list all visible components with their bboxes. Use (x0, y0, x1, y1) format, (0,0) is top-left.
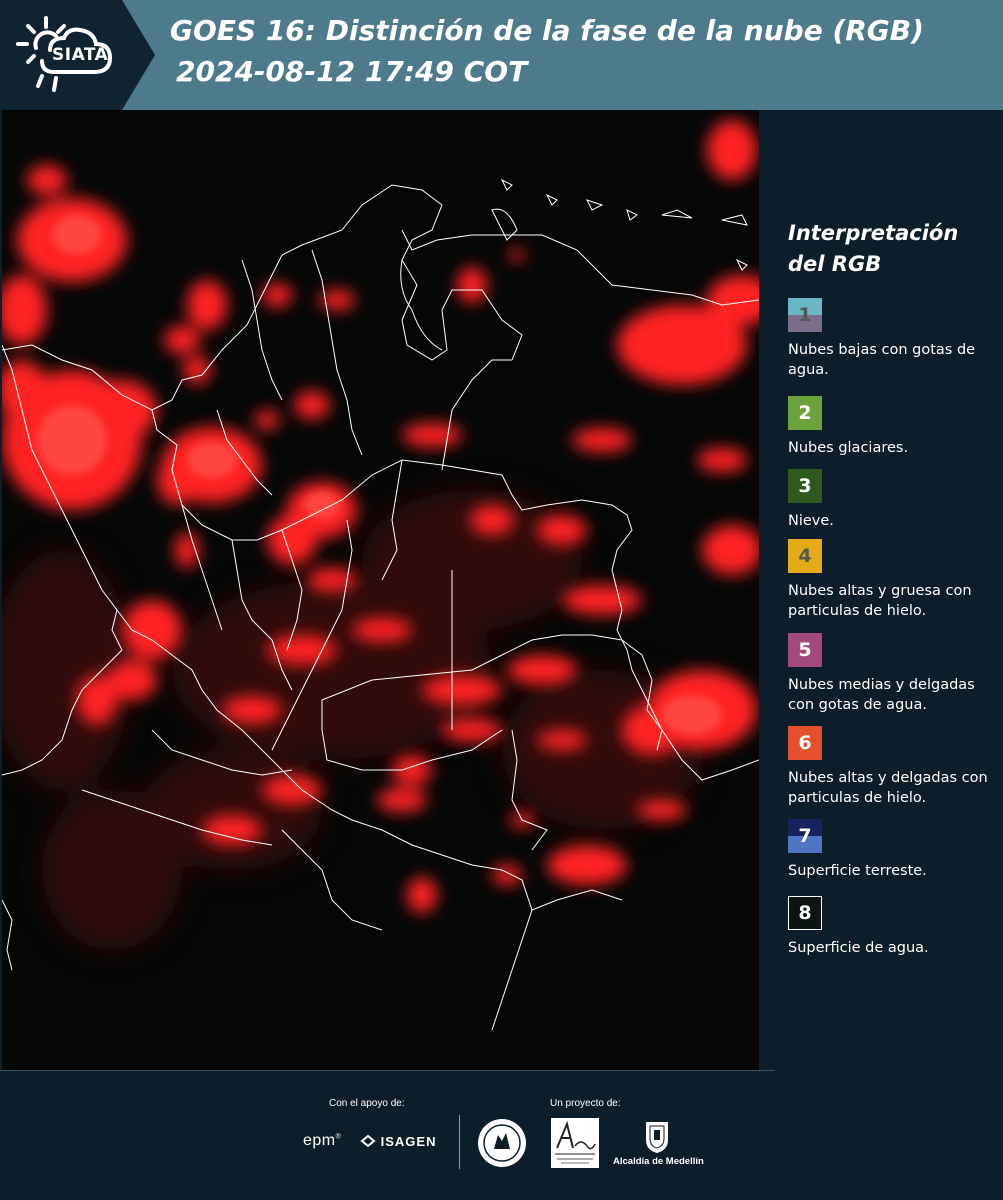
satellite-map (2, 110, 759, 1070)
legend-swatch-4: 4 (788, 539, 822, 573)
support-label: Con el apoyo de: (329, 1098, 405, 1109)
siata-logo: SIATA (0, 0, 155, 110)
siata-seal-icon (478, 1119, 526, 1167)
legend-item-8: 8 Superficie de agua. (788, 896, 998, 958)
legend-swatch-1: 1 (788, 298, 822, 332)
page-timestamp: 2024-08-12 17:49 COT (176, 55, 528, 88)
legend-title: Interpretación del RGB (788, 221, 959, 276)
legend-item-5: 5 Nubes medias y delgadas con gotas de a… (788, 633, 998, 715)
map-image (2, 110, 759, 1070)
legend-item-6: 6 Nubes altas y delgadas con particulas … (788, 726, 998, 808)
legend-number: 4 (798, 545, 812, 567)
legend-number: 1 (798, 304, 812, 326)
isagen-mark-icon (360, 1134, 376, 1148)
legend-label: Nubes medias y delgadas con gotas de agu… (788, 677, 975, 713)
legend-item-7: 7 Superficie terreste. (788, 819, 998, 881)
legend-item-2: 2 Nubes glaciares. (788, 396, 998, 458)
isagen-logo: ISAGEN (360, 1134, 436, 1149)
legend-label: Nubes altas y delgadas con particulas de… (788, 770, 988, 806)
legend-label: Nieve. (788, 513, 834, 529)
logo-text: SIATA (52, 45, 109, 65)
legend-swatch-8: 8 (788, 896, 822, 930)
legend-number: 2 (798, 402, 812, 424)
legend-number: 6 (798, 732, 812, 754)
area-metropolitana-logo (551, 1118, 599, 1168)
page-title: GOES 16: Distinción de la fase de la nub… (170, 14, 924, 47)
header-bar: SIATA GOES 16: Distinción de la fase de … (0, 0, 1003, 110)
legend-item-4: 4 Nubes altas y gruesa con particulas de… (788, 539, 998, 621)
footer-divider-line (0, 1070, 775, 1071)
legend-item-1: 1 Nubes bajas con gotas de agua. (788, 298, 998, 380)
legend-number: 5 (798, 639, 812, 661)
legend-label: Nubes altas y gruesa con particulas de h… (788, 583, 972, 619)
epm-logo-text: epm (303, 1132, 336, 1149)
legend-swatch-2: 2 (788, 396, 822, 430)
legend-swatch-3: 3 (788, 469, 822, 503)
alcaldia-label: Alcaldía de Medellín (613, 1156, 704, 1167)
legend-label: Nubes bajas con gotas de agua. (788, 342, 976, 378)
legend-label: Nubes glaciares. (788, 440, 909, 456)
legend-label: Superficie terreste. (788, 863, 927, 879)
legend-number: 3 (798, 475, 812, 497)
epm-logo: epm® (303, 1132, 342, 1149)
legend-number: 7 (798, 825, 812, 847)
legend-item-3: 3 Nieve. (788, 469, 998, 531)
alcaldia-shield-icon (646, 1122, 668, 1153)
project-label: Un proyecto de: (550, 1098, 621, 1109)
legend-panel: Interpretación del RGB 1 Nubes bajas con… (770, 110, 1003, 1070)
isagen-logo-text: ISAGEN (380, 1134, 437, 1149)
legend-label: Superficie de agua. (788, 940, 929, 956)
legend-swatch-6: 6 (788, 726, 822, 760)
footer-vertical-divider (459, 1115, 460, 1169)
area-metropolitana-mark-icon (555, 1120, 596, 1164)
legend-number: 8 (798, 902, 812, 924)
footer: Con el apoyo de: Un proyecto de: epm® IS… (0, 1070, 1003, 1200)
legend-swatch-5: 5 (788, 633, 822, 667)
legend-swatch-7: 7 (788, 819, 822, 853)
